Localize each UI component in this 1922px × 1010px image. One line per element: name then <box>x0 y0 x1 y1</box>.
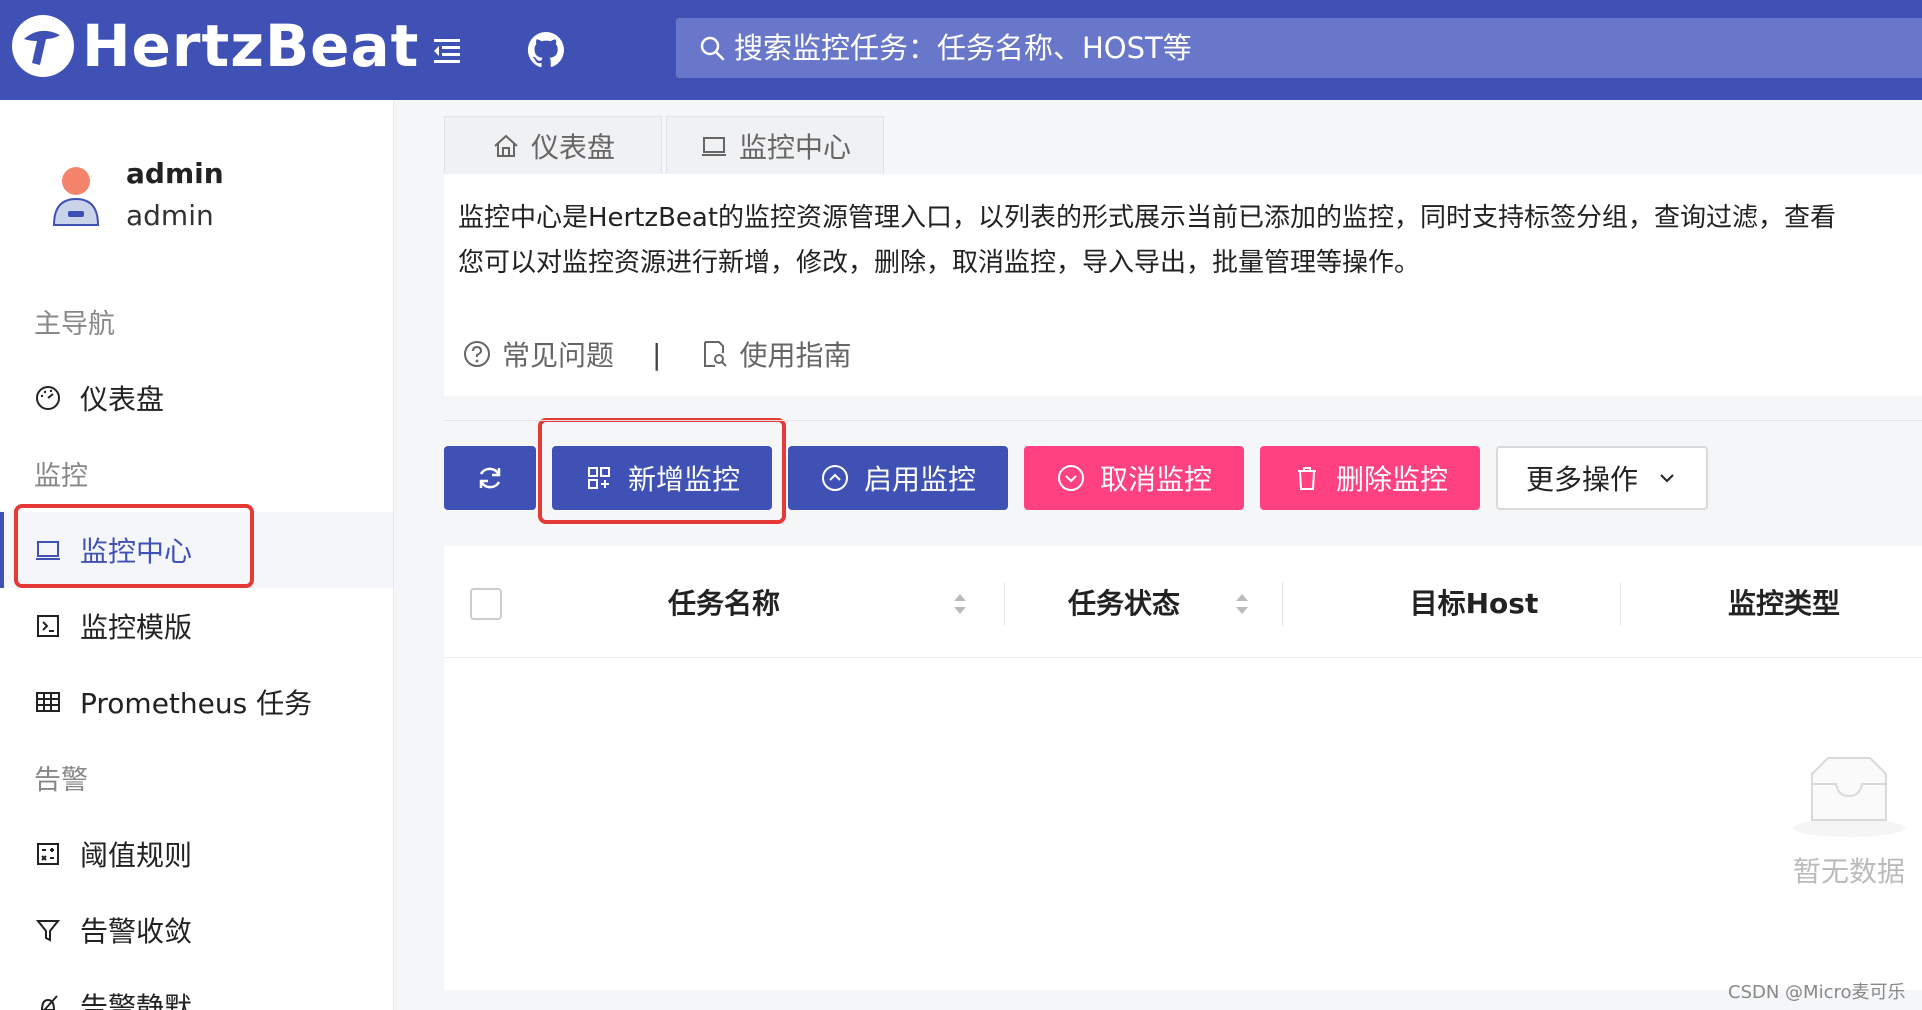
top-header: HertzBeat <box>0 0 1922 100</box>
search-input[interactable] <box>734 31 1922 65</box>
tab-monitor-center[interactable]: 监控中心 <box>666 116 884 174</box>
sidebar-item-label: Prometheus 任务 <box>80 687 313 720</box>
column-divider <box>1620 582 1621 626</box>
sidebar-item-threshold[interactable]: 阈值规则 <box>0 816 393 892</box>
delete-monitor-label: 删除监控 <box>1335 463 1448 496</box>
sort-icon[interactable] <box>952 590 968 618</box>
sidebar-item-label: 监控模版 <box>80 611 193 644</box>
nav-group-monitor: 监控 <box>34 461 88 492</box>
description-line-2: 您可以对监控资源进行新增，修改，删除，取消监控，导入导出，批量管理等操作。 <box>458 248 1421 278</box>
up-circle-icon <box>821 465 848 491</box>
more-actions-label: 更多操作 <box>1525 463 1638 496</box>
down-circle-icon <box>1057 465 1084 491</box>
faq-label: 常见问题 <box>502 339 615 372</box>
search-bar[interactable] <box>676 18 1922 78</box>
sidebar-item-dashboard[interactable]: 仪表盘 <box>0 360 393 436</box>
sidebar-item-prometheus[interactable]: Prometheus 任务 <box>0 664 393 740</box>
sidebar-item-monitor-center[interactable]: 监控中心 <box>0 512 393 588</box>
column-header-task-status[interactable]: 任务状态 <box>1034 580 1214 624</box>
sort-icon[interactable] <box>1234 590 1250 618</box>
page-description: 监控中心是HertzBeat的监控资源管理入口，以列表的形式展示当前已添加的监控… <box>458 196 1922 286</box>
trash-icon <box>1297 467 1316 490</box>
code-template-icon <box>37 615 59 637</box>
calculator-icon <box>37 843 59 865</box>
user-profile[interactable]: admin admin <box>48 154 224 238</box>
sidebar: admin admin 主导航 仪表盘 监控 监控中心 监控模版 Prometh… <box>0 100 394 1010</box>
monitor-table: 任务名称 任务状态 目标Host 监控类型 暂无数据 <box>444 546 1922 990</box>
more-actions-dropdown[interactable]: 更多操作 <box>1496 446 1708 510</box>
enable-monitor-label: 启用监控 <box>863 463 976 496</box>
laptop-icon <box>701 136 726 156</box>
sidebar-item-label: 阈值规则 <box>80 839 193 872</box>
column-header-monitor-type: 监控类型 <box>1727 587 1840 620</box>
filter-funnel-icon <box>35 920 61 942</box>
column-divider <box>1282 582 1283 626</box>
github-icon[interactable] <box>526 30 566 70</box>
tab-dashboard[interactable]: 仪表盘 <box>444 116 662 174</box>
empty-state: 暂无数据 <box>1784 754 1914 890</box>
menu-toggle-icon[interactable] <box>430 34 464 66</box>
cancel-monitor-button[interactable]: 取消监控 <box>1024 446 1244 510</box>
laptop-icon <box>36 541 60 560</box>
column-header-task-name[interactable]: 任务名称 <box>634 580 814 624</box>
column-divider <box>1004 582 1005 626</box>
tab-label: 监控中心 <box>738 130 851 164</box>
tab-label: 仪表盘 <box>530 130 615 164</box>
search-icon <box>700 36 725 61</box>
hertzbeat-logo-icon <box>12 15 74 77</box>
logo-text: HertzBeat <box>82 12 420 80</box>
logo[interactable]: HertzBeat <box>10 12 419 80</box>
guide-label: 使用指南 <box>739 339 852 372</box>
home-icon <box>494 134 518 157</box>
watermark: CSDN @Micro麦可乐 <box>1728 982 1906 1003</box>
add-monitor-button[interactable]: 新增监控 <box>552 446 772 510</box>
page-description-card: 监控中心是HertzBeat的监控资源管理入口，以列表的形式展示当前已添加的监控… <box>444 174 1922 396</box>
refresh-button[interactable] <box>444 446 536 510</box>
question-circle-icon <box>464 341 490 367</box>
description-line-1: 监控中心是HertzBeat的监控资源管理入口，以列表的形式展示当前已添加的监控… <box>458 203 1837 233</box>
refresh-icon <box>479 467 501 489</box>
divider <box>444 420 1922 421</box>
appstore-add-icon <box>587 467 610 489</box>
delete-monitor-button[interactable]: 删除监控 <box>1260 446 1480 510</box>
empty-text: 暂无数据 <box>1792 855 1905 888</box>
table-grid-icon <box>36 692 60 712</box>
user-name: admin <box>126 157 224 190</box>
chevron-down-icon <box>1660 474 1674 483</box>
dashboard-gauge-icon <box>36 386 60 410</box>
sidebar-item-label: 监控中心 <box>80 535 193 568</box>
select-all-checkbox[interactable] <box>470 588 502 620</box>
doc-search-icon <box>704 341 728 367</box>
page-tabs: 仪表盘 监控中心 <box>444 116 888 174</box>
table-header: 任务名称 任务状态 目标Host 监控类型 <box>444 546 1922 658</box>
nav-group-alert: 告警 <box>34 765 88 796</box>
enable-monitor-button[interactable]: 启用监控 <box>788 446 1008 510</box>
sidebar-item-label: 告警收敛 <box>80 915 193 948</box>
column-header-target-host: 目标Host <box>1409 587 1539 620</box>
user-role: admin <box>126 199 214 232</box>
add-monitor-label: 新增监控 <box>627 463 740 496</box>
sidebar-item-silence[interactable]: 告警静默 <box>0 968 393 1010</box>
mute-bell-icon <box>40 995 58 1010</box>
faq-link[interactable]: 常见问题 <box>462 334 614 374</box>
guide-link[interactable]: 使用指南 <box>699 334 851 374</box>
avatar <box>52 167 100 226</box>
nav-group-main: 主导航 <box>34 309 115 340</box>
sidebar-item-label: 告警静默 <box>80 991 193 1010</box>
sidebar-item-label: 仪表盘 <box>80 383 165 416</box>
link-separator: | <box>652 337 662 371</box>
sidebar-item-monitor-template[interactable]: 监控模版 <box>0 588 393 664</box>
cancel-monitor-label: 取消监控 <box>1099 463 1212 496</box>
sidebar-item-converge[interactable]: 告警收敛 <box>0 892 393 968</box>
help-links: 常见问题 | 使用指南 <box>462 334 851 374</box>
empty-inbox-icon <box>1793 757 1905 837</box>
